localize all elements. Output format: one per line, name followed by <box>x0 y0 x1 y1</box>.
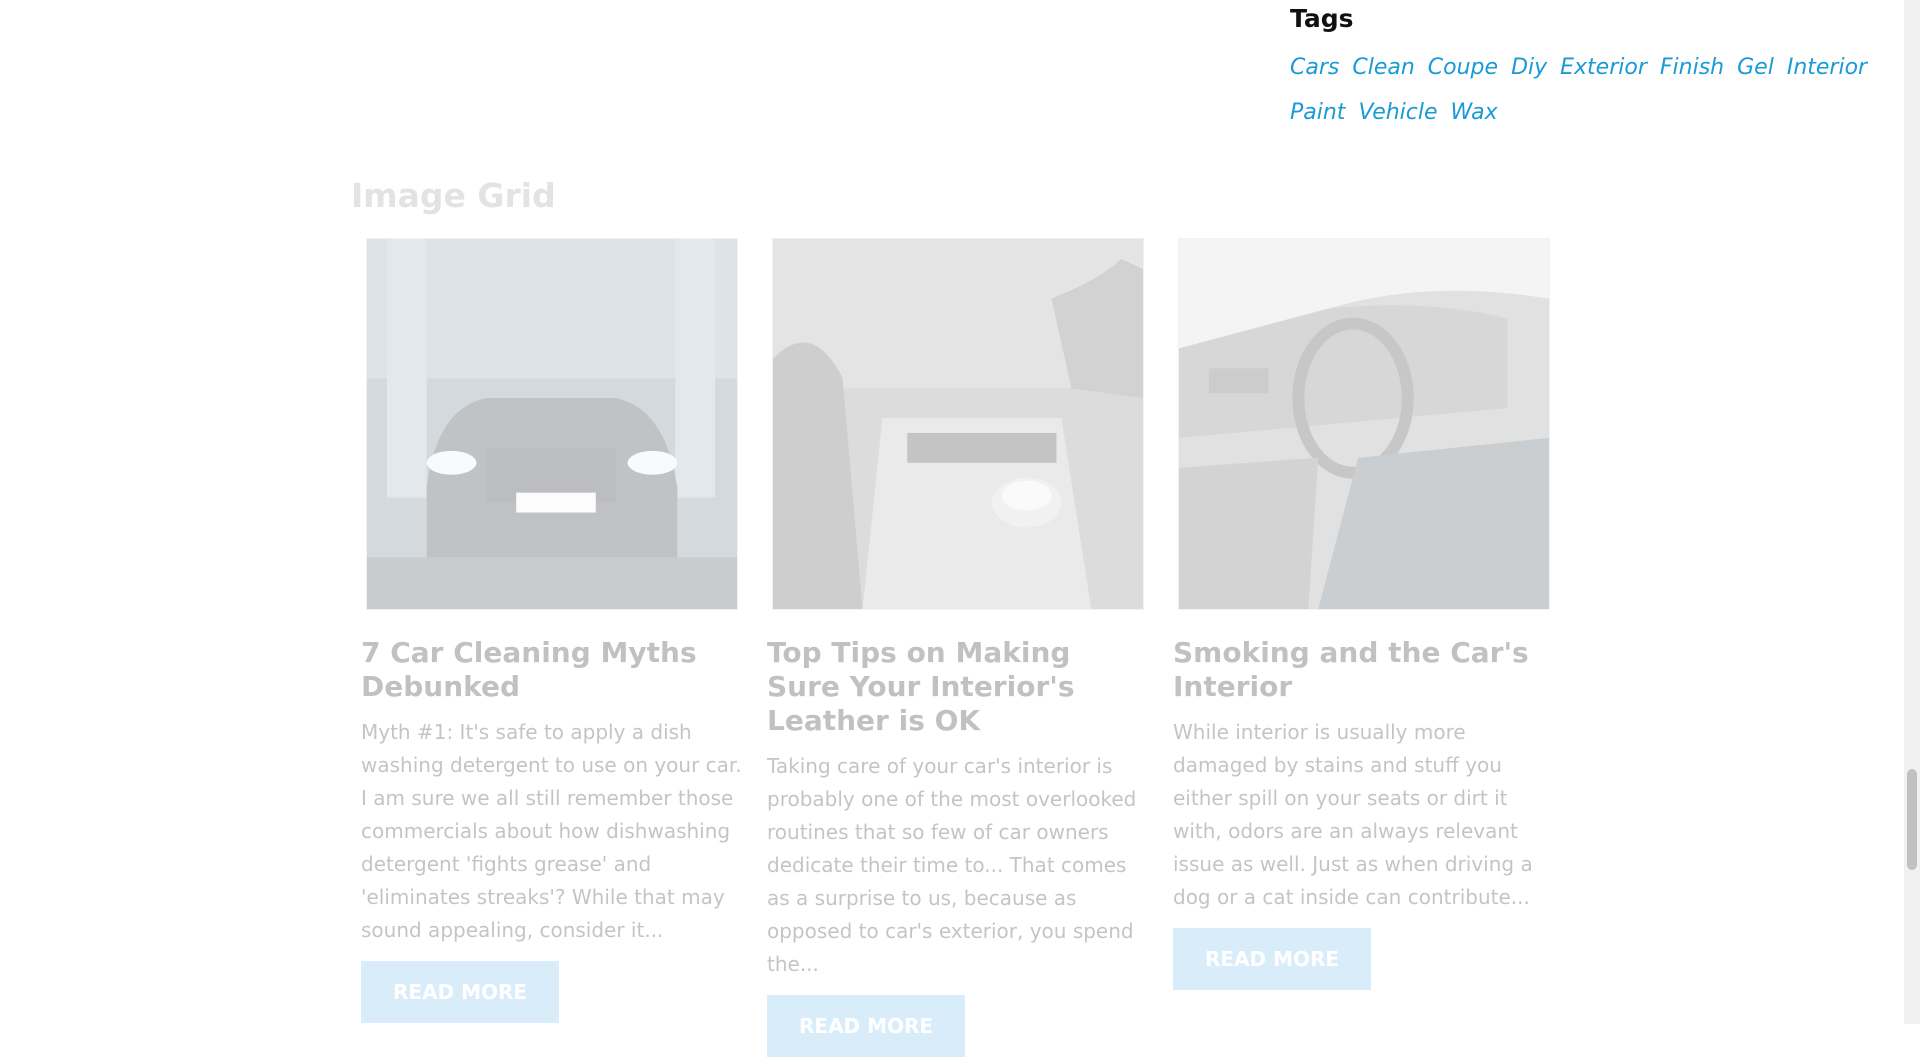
tag-finish[interactable]: Finish <box>1660 49 1724 86</box>
tag-diy[interactable]: Diy <box>1511 49 1547 86</box>
post-thumbnail-leather-interior[interactable] <box>772 238 1144 610</box>
tag-gel[interactable]: Gel <box>1737 49 1774 86</box>
tag-interior[interactable]: Interior <box>1787 49 1867 86</box>
car-wash-image <box>367 239 737 609</box>
post-title[interactable]: Smoking and the Car's Interior <box>1173 636 1555 704</box>
tag-coupe[interactable]: Coupe <box>1428 49 1498 86</box>
read-more-button[interactable]: READ MORE <box>1173 928 1372 990</box>
tags-title: Tags <box>1290 4 1354 33</box>
post-title[interactable]: Top Tips on Making Sure Your Interior's … <box>767 636 1149 738</box>
post-excerpt: Taking care of your car's interior is pr… <box>767 754 1137 976</box>
scrollbar-thumb[interactable] <box>1907 769 1917 870</box>
tag-vehicle[interactable]: Vehicle <box>1358 94 1437 131</box>
tag-list: Cars Clean Coupe Diy Exterior Finish Gel… <box>1290 49 1870 131</box>
tag-wax[interactable]: Wax <box>1451 94 1498 131</box>
read-more-button[interactable]: READ MORE <box>767 995 966 1057</box>
post-card: Smoking and the Car's Interior While int… <box>1173 238 1555 990</box>
car-interior-image <box>1179 239 1549 609</box>
post-excerpt: Myth #1: It's safe to apply a dish washi… <box>361 720 742 942</box>
post-card: 7 Car Cleaning Myths Debunked Myth #1: I… <box>361 238 743 1023</box>
post-thumbnail-car-interior[interactable] <box>1178 238 1550 610</box>
image-grid-section: Image Grid 7 Car Cleaning Myths Debunked… <box>351 176 1561 1057</box>
tag-clean[interactable]: Clean <box>1352 49 1414 86</box>
car-console-image <box>773 239 1143 609</box>
tags-widget: Tags Cars Clean Coupe Diy Exterior Finis… <box>1290 4 1870 131</box>
post-thumbnail-car-wash[interactable] <box>366 238 738 610</box>
post-title[interactable]: 7 Car Cleaning Myths Debunked <box>361 636 743 704</box>
post-excerpt: While interior is usually more damaged b… <box>1173 720 1533 909</box>
tag-cars[interactable]: Cars <box>1290 49 1339 86</box>
vertical-scrollbar[interactable] <box>1904 0 1920 1024</box>
tag-exterior[interactable]: Exterior <box>1560 49 1647 86</box>
image-grid-heading: Image Grid <box>351 176 556 215</box>
tag-paint[interactable]: Paint <box>1290 94 1345 131</box>
post-card: Top Tips on Making Sure Your Interior's … <box>767 238 1149 1057</box>
page: Tags Cars Clean Coupe Diy Exterior Finis… <box>0 0 1904 1057</box>
read-more-button[interactable]: READ MORE <box>361 961 560 1023</box>
